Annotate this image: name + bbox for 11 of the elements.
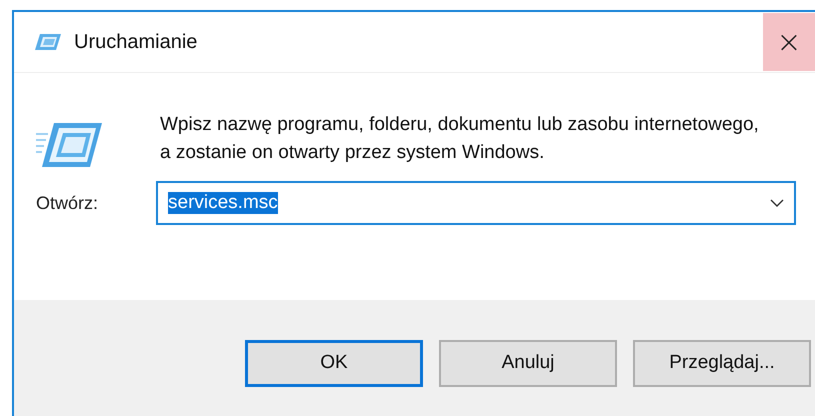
browse-button[interactable]: Przeglądaj...: [633, 340, 811, 386]
ok-button[interactable]: OK: [245, 340, 423, 386]
window-title: Uruchamianie: [74, 30, 198, 54]
cancel-button[interactable]: Anuluj: [439, 340, 617, 386]
open-field[interactable]: services.msc: [156, 181, 796, 225]
description-text: Wpisz nazwę programu, folderu, dokumentu lub zasobu internetowego, a zostanie on otwarty przez system Windows.: [160, 113, 760, 165]
dropdown-chevron-icon[interactable]: [770, 199, 784, 207]
close-button[interactable]: ×: [763, 13, 815, 71]
run-icon: [34, 33, 62, 51]
run-icon: [36, 121, 104, 169]
open-label: Otwórz:: [36, 192, 100, 214]
